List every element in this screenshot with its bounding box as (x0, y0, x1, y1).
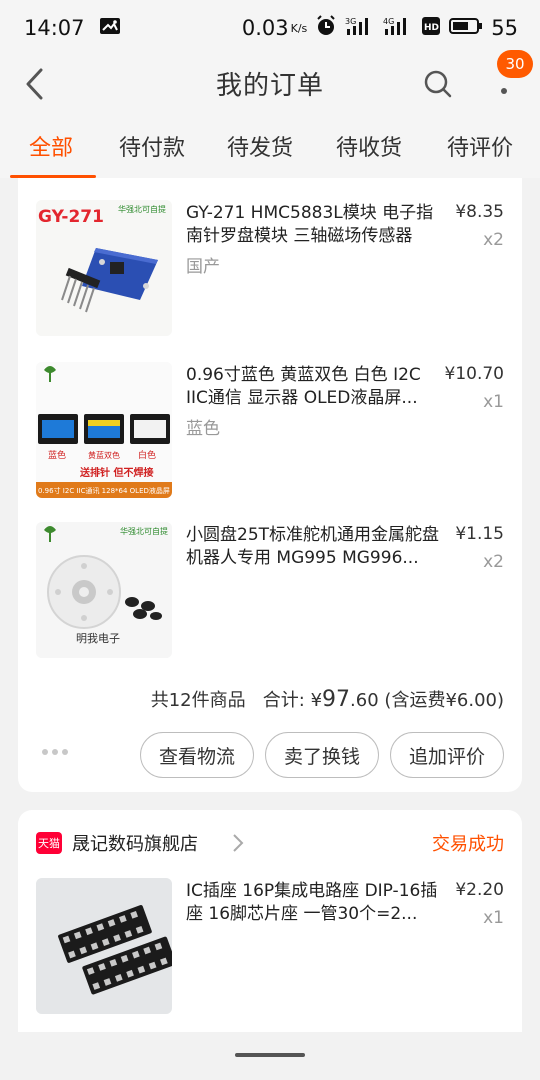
item-quantity: x1 (483, 908, 504, 928)
svg-text:4G: 4G (383, 17, 394, 26)
thumb-brand-text: 华强北可自提 (120, 526, 168, 536)
home-indicator[interactable] (235, 1053, 305, 1057)
search-icon[interactable] (420, 64, 456, 104)
view-logistics-button[interactable]: 查看物流 (140, 732, 254, 778)
chevron-right-icon[interactable] (232, 830, 248, 856)
thumb-tag: 送排针 但不焊接 (79, 466, 153, 479)
svg-text:HD: HD (424, 23, 439, 33)
order-status: 交易成功 (432, 834, 504, 855)
item-title[interactable]: IC插座 16P集成电路座 DIP-16插座 16脚芯片座 一管30个=2... (186, 880, 440, 926)
shipping-fee: (含运费¥6.00) (384, 690, 504, 711)
thumb-shop-text: 明我电子 (76, 632, 120, 645)
order-item[interactable]: 蓝色 黄蓝双色 白色 送排针 但不焊接 0.96寸 I2C IIC通讯 128*… (36, 362, 506, 498)
item-quantity: x1 (483, 392, 504, 412)
thumb-color-label: 白色 (138, 449, 156, 461)
item-title[interactable]: 小圆盘25T标准舵机通用金属舵盘 机器人专用 MG995 MG996... (186, 524, 440, 570)
thumb-footer: 0.96寸 I2C IIC通讯 128*64 OLED液晶屏 (38, 486, 170, 495)
order-card[interactable]: GY-271 华强北可自提 GY-271 HMC5883L模块 电子指南针罗盘模… (18, 178, 522, 792)
tab-pending-payment[interactable]: 待付款 (102, 114, 202, 178)
tab-pending-shipment[interactable]: 待发货 (202, 114, 318, 178)
net-speed-unit: K/s (290, 21, 308, 35)
alarm-icon (315, 14, 337, 42)
item-spec: 国产 (186, 257, 220, 277)
tab-all[interactable]: 全部 (0, 114, 102, 178)
order-item[interactable]: GY-271 华强北可自提 GY-271 HMC5883L模块 电子指南针罗盘模… (36, 200, 506, 336)
net-speed: 0.03 (241, 16, 289, 40)
order-item[interactable]: 华强北可自提 明我电子 小圆盘25T标准舵机通用金属舵盘 机器人专用 MG995… (36, 522, 506, 658)
item-price: ¥8.35 (455, 202, 504, 222)
thumb-model-text: GY-271 (38, 207, 104, 227)
hd-icon: HD (421, 16, 441, 41)
item-quantity: x2 (483, 230, 504, 250)
item-price: ¥2.20 (455, 880, 504, 900)
item-spec: 蓝色 (186, 419, 220, 439)
battery-icon (449, 16, 483, 40)
item-count: 共12件商品 (150, 690, 246, 711)
item-title[interactable]: GY-271 HMC5883L模块 电子指南针罗盘模块 三轴磁场传感器 (186, 202, 440, 248)
tab-pending-review[interactable]: 待评价 (420, 114, 540, 178)
thumb-color-label: 黄蓝双色 (88, 450, 120, 460)
status-bar: 14:07 0.03 K/s 3G 4G HD 55 (0, 0, 540, 56)
order-tabs: 全部 待付款 待发货 待收货 待评价 (0, 114, 540, 178)
shop-header[interactable]: 天猫 晟记数码旗舰店 交易成功 (36, 828, 506, 858)
more-actions-icon[interactable] (42, 742, 72, 762)
total-amount-integer: 97 (322, 687, 351, 712)
item-title[interactable]: 0.96寸蓝色 黄蓝双色 白色 I2C IIC通信 显示器 OLED液晶屏... (186, 364, 440, 410)
status-time: 14:07 (24, 16, 85, 40)
order-card[interactable]: 天猫 晟记数码旗舰店 交易成功 IC插座 16P集成电路座 DIP-16插座 1… (18, 810, 522, 1032)
notification-badge: 30 (497, 50, 533, 78)
signal-3g-icon: 3G (345, 16, 375, 41)
item-price: ¥1.15 (455, 524, 504, 544)
page-title: 我的订单 (215, 71, 324, 101)
order-item[interactable]: IC插座 16P集成电路座 DIP-16插座 16脚芯片座 一管30个=2...… (36, 878, 506, 1014)
product-thumbnail[interactable] (36, 878, 172, 1014)
app-header: 我的订单 (0, 56, 540, 114)
image-notification-icon (99, 16, 121, 40)
battery-level: 55 (491, 16, 518, 40)
item-price: ¥10.70 (444, 364, 504, 384)
sell-item-button[interactable]: 卖了换钱 (265, 732, 379, 778)
total-amount-decimal: .60 (350, 690, 379, 711)
item-quantity: x2 (483, 552, 504, 572)
signal-4g-icon: 4G (383, 16, 413, 41)
order-summary: 共12件商品 合计: ¥97.60 (含运费¥6.00) (151, 686, 504, 712)
product-thumbnail[interactable]: GY-271 华强北可自提 (36, 200, 172, 336)
product-thumbnail[interactable]: 蓝色 黄蓝双色 白色 送排针 但不焊接 0.96寸 I2C IIC通讯 128*… (36, 362, 172, 498)
thumb-color-label: 蓝色 (48, 449, 66, 461)
product-thumbnail[interactable]: 华强北可自提 明我电子 (36, 522, 172, 658)
shop-name[interactable]: 晟记数码旗舰店 (72, 830, 198, 856)
tab-pending-receipt[interactable]: 待收货 (318, 114, 420, 178)
thumb-brand-text: 华强北可自提 (118, 204, 166, 214)
tmall-icon: 天猫 (36, 832, 62, 854)
currency-symbol: ¥ (310, 690, 323, 711)
add-review-button[interactable]: 追加评价 (390, 732, 504, 778)
svg-text:3G: 3G (345, 17, 356, 26)
total-label: 合计: (262, 690, 305, 711)
